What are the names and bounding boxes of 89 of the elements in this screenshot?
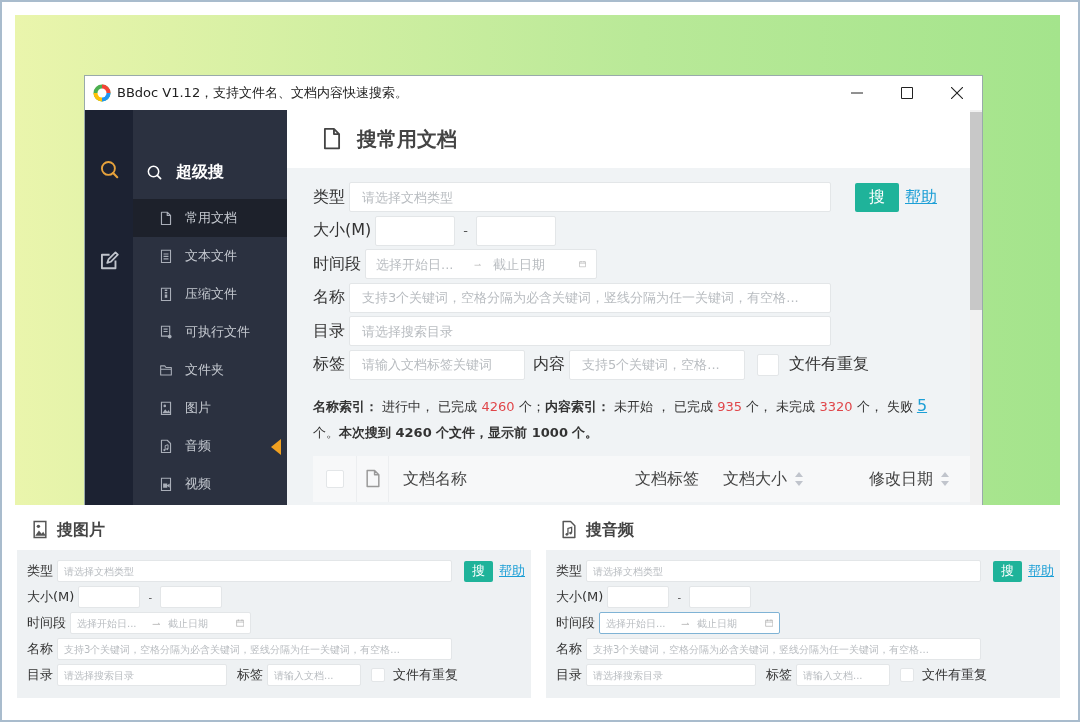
input-field[interactable] <box>607 586 670 608</box>
input-field[interactable] <box>160 586 222 608</box>
range-dash: - <box>677 591 681 603</box>
panel-title: 搜图片 <box>57 519 105 541</box>
input-field[interactable]: 支持5个关键词，空格... <box>569 349 745 380</box>
input-field[interactable] <box>476 215 556 246</box>
field-label: 名称 <box>556 640 582 658</box>
image-icon <box>31 520 49 540</box>
edit-icon[interactable] <box>99 250 119 272</box>
document-icon <box>159 210 173 226</box>
window-title: BBdoc V1.12，支持文件名、文档内容快速搜索。 <box>117 84 409 102</box>
field-label: 内容 <box>533 354 565 375</box>
sidebar-heading[interactable]: 超级搜 <box>176 161 224 183</box>
column-header[interactable]: 修改日期 <box>809 456 959 502</box>
field-label: 名称 <box>27 640 53 658</box>
field-label: 时间段 <box>27 614 66 632</box>
input-field[interactable]: 请输入文档... <box>267 664 361 686</box>
arrow-icon <box>152 619 161 627</box>
sidebar-item[interactable]: 文本文件 <box>133 237 287 275</box>
calendar-icon <box>764 616 773 630</box>
close-icon[interactable] <box>951 87 963 99</box>
input-field[interactable]: 请输入文档... <box>796 664 890 686</box>
index-status-text: 名称索引： 进行中， 已完成 4260 个；内容索引： 未开始 ， 已完成 935 个， 未完成 3320 个， 失败 5 个。本次搜到 4260 个文件，显示前 1000 个。 <box>313 395 929 442</box>
search-icon <box>146 163 162 181</box>
field-label: 目录 <box>313 320 345 342</box>
page-title: 搜常用文档 <box>357 125 457 153</box>
sidebar-item[interactable]: 视频 <box>133 465 287 503</box>
text-document-icon <box>159 248 173 264</box>
field-label: 目录 <box>556 666 582 684</box>
field-label: 大小(M) <box>556 588 604 606</box>
checkbox[interactable] <box>900 668 914 682</box>
sidebar-item[interactable]: 文件夹 <box>133 351 287 389</box>
input-field[interactable]: 请选择搜索目录 <box>586 664 756 686</box>
end-date-input[interactable]: 截止日期 <box>493 250 579 278</box>
folder-icon <box>159 362 173 378</box>
video-file-icon <box>159 476 173 492</box>
program-file-icon <box>159 324 173 340</box>
field-label: 时间段 <box>313 253 361 275</box>
sidebar-item[interactable]: 压缩文件 <box>133 275 287 313</box>
checkbox-label: 文件有重复 <box>393 666 458 684</box>
music-file-icon <box>560 520 578 540</box>
checkbox-label: 文件有重复 <box>789 354 869 375</box>
search-icon[interactable] <box>99 159 119 181</box>
field-label: 大小(M) <box>313 220 372 241</box>
column-header[interactable]: 文档标签 <box>609 456 709 502</box>
sort-icon <box>941 472 949 486</box>
field-label: 标签 <box>766 666 792 684</box>
panel-title: 搜音频 <box>586 519 634 541</box>
field-label: 类型 <box>313 186 345 208</box>
checkbox[interactable] <box>757 353 779 376</box>
scrollbar-thumb[interactable] <box>970 112 982 310</box>
field-label: 大小(M) <box>27 588 75 606</box>
input-field[interactable]: 请选择文档类型 <box>349 182 831 212</box>
field-label: 名称 <box>313 287 345 308</box>
input-field[interactable] <box>689 586 751 608</box>
range-dash: - <box>463 223 468 238</box>
field-label: 目录 <box>27 666 53 684</box>
checkbox-label: 文件有重复 <box>922 666 987 684</box>
arrow-icon <box>681 619 690 627</box>
maximize-icon[interactable] <box>901 87 913 99</box>
sort-icon <box>795 472 803 486</box>
column-header[interactable]: 文档名称 <box>389 456 609 502</box>
checkbox[interactable] <box>371 668 385 682</box>
sidebar-item[interactable]: 常用文档 <box>133 199 287 237</box>
sidebar-item[interactable]: 音频 <box>133 427 287 465</box>
scrollbar[interactable] <box>970 110 982 505</box>
app-logo-icon <box>93 84 111 102</box>
calendar-icon <box>235 616 244 630</box>
archive-icon <box>159 286 173 302</box>
field-label: 时间段 <box>556 614 595 632</box>
input-field[interactable] <box>375 215 456 246</box>
column-header[interactable]: 文档大小 <box>709 456 809 502</box>
input-field[interactable]: 请选择搜索目录 <box>349 316 831 346</box>
field-label: 标签 <box>313 354 345 375</box>
start-date-input[interactable]: 选择开始日... <box>376 250 462 278</box>
field-label: 标签 <box>237 666 263 684</box>
sidebar-item[interactable]: 图片 <box>133 389 287 427</box>
range-dash: - <box>148 591 152 603</box>
field-label: 类型 <box>27 562 53 580</box>
document-icon <box>321 127 343 151</box>
music-file-icon <box>159 438 173 454</box>
input-field[interactable] <box>78 586 141 608</box>
image-icon <box>159 400 173 416</box>
document-icon <box>363 469 382 489</box>
sidebar-item[interactable]: 可执行文件 <box>133 313 287 351</box>
input-field[interactable]: 请选择搜索目录 <box>57 664 227 686</box>
input-field[interactable]: 请输入文档标签关键词 <box>349 349 525 380</box>
select-all-checkbox[interactable] <box>325 470 344 488</box>
field-label: 类型 <box>556 562 582 580</box>
